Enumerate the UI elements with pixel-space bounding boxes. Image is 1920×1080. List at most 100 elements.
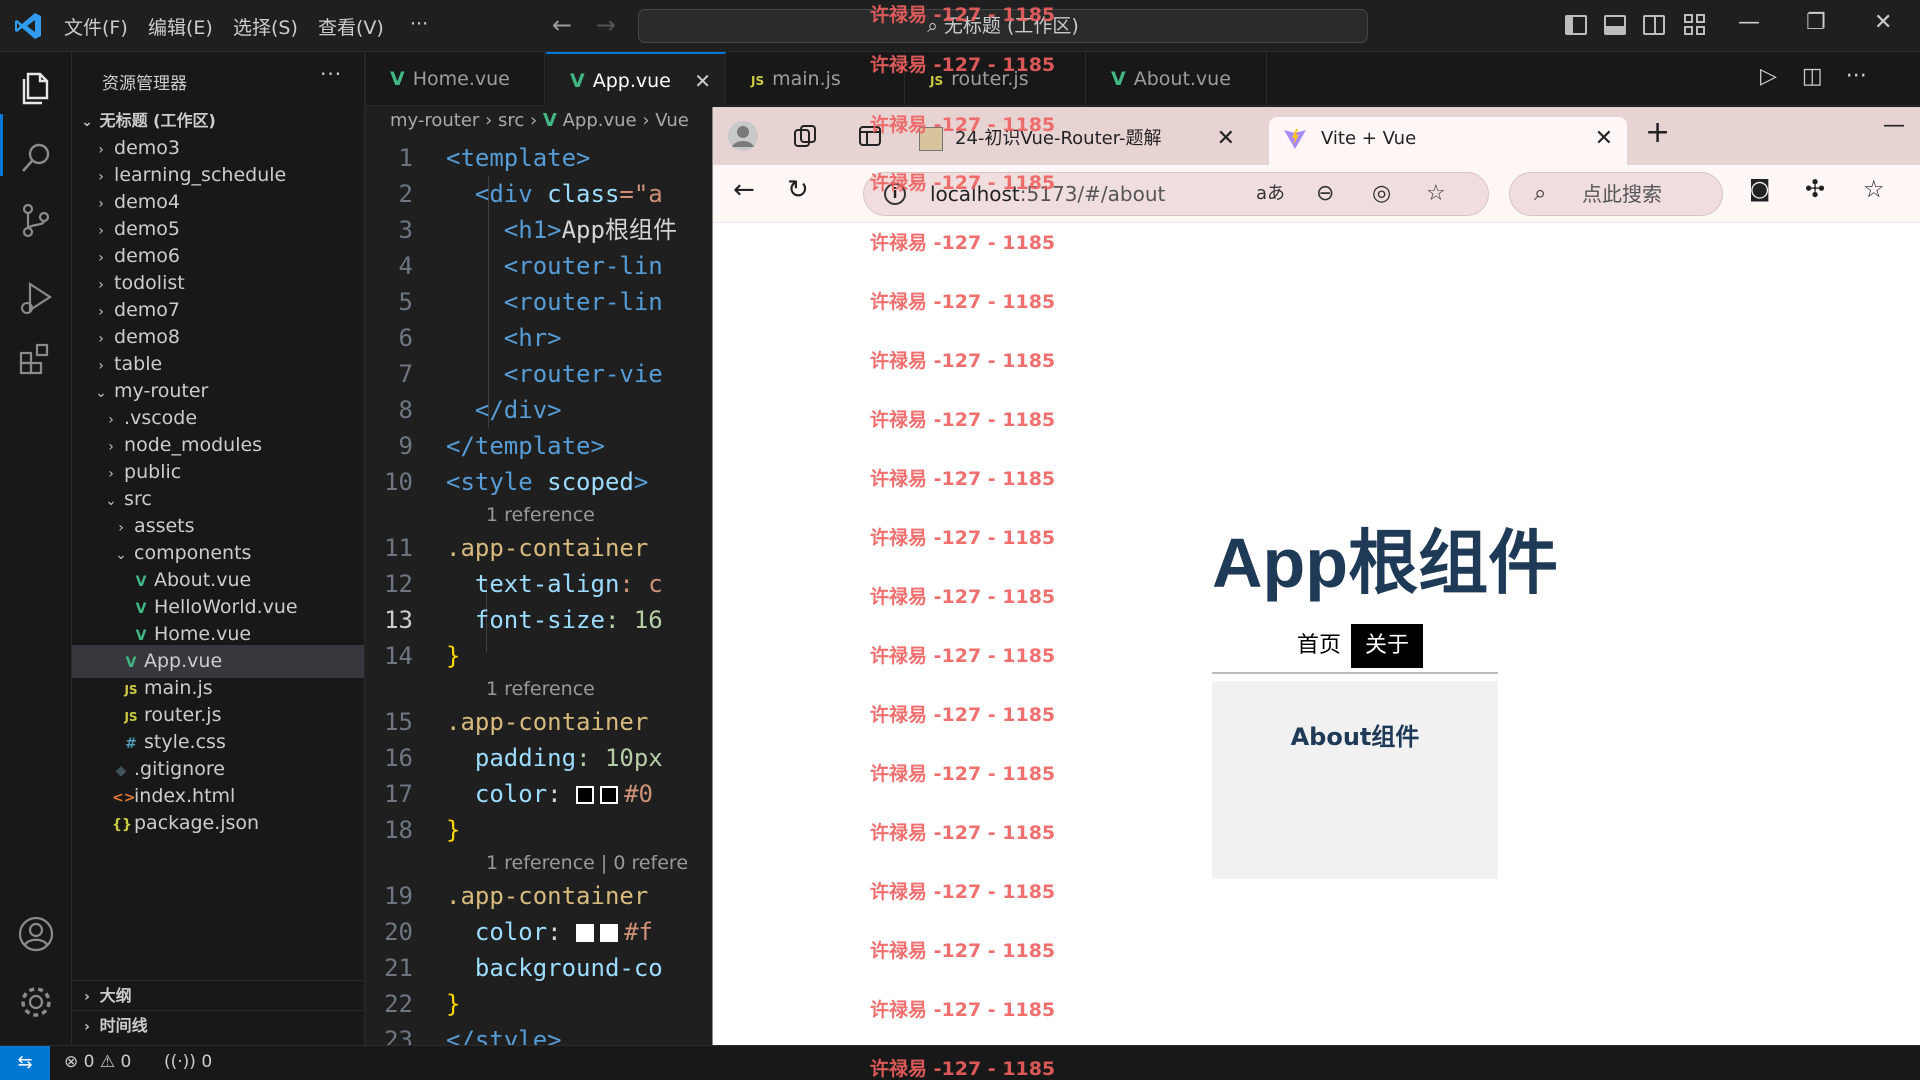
minimize-icon[interactable]: — (1883, 113, 1905, 138)
code-line: 22} (366, 986, 712, 1022)
menu-file[interactable]: 文件(F) (64, 13, 128, 40)
js-file-icon: JS (751, 74, 765, 88)
color-swatch[interactable] (600, 924, 619, 942)
favorites-icon[interactable]: ☆ (1863, 175, 1885, 203)
forward-arrow-icon[interactable]: → (596, 11, 616, 39)
code-text: #f (624, 918, 653, 946)
toggle-primary-sidebar-icon[interactable] (1565, 15, 1587, 35)
back-arrow-icon[interactable]: ← (733, 175, 755, 205)
line-number: 17 (384, 780, 413, 808)
split-editor-icon[interactable]: ◫ (1802, 64, 1823, 89)
watermark-text: 许禄易 -127 - 1185 (870, 232, 1056, 254)
refresh-icon[interactable]: ↻ (787, 175, 809, 205)
code-text: <router-lin (503, 288, 663, 316)
back-arrow-icon[interactable]: ← (552, 11, 572, 39)
menu-more[interactable]: ··· (410, 13, 428, 35)
line-number: 8 (398, 396, 413, 424)
more-actions-icon[interactable]: ··· (1846, 64, 1867, 89)
code-editor[interactable]: 1 <template> 2 <div class="a 3 <h1>App根组件… (366, 140, 712, 1045)
color-swatch[interactable] (576, 786, 595, 804)
tab-close-icon[interactable]: ✕ (694, 54, 711, 108)
run-debug-icon[interactable] (16, 278, 56, 318)
code-line: 10 <style scoped> (366, 464, 712, 500)
profile-avatar-icon[interactable] (727, 120, 759, 152)
breadcrumb-item[interactable]: my-router (390, 110, 479, 131)
tab-close-icon[interactable]: ✕ (1217, 117, 1235, 161)
ports-indicator[interactable]: ((·)) 0 (164, 1052, 212, 1072)
router-link-home[interactable]: 首页 (1287, 624, 1351, 668)
extensions-icon[interactable] (16, 338, 56, 378)
edge-icon[interactable]: ◎ (1372, 173, 1391, 215)
menu-selection[interactable]: 选择(S) (233, 13, 298, 40)
tree-item-label: Home.vue (154, 623, 252, 645)
search-box[interactable]: ⌕ 点此搜索 (1509, 172, 1723, 216)
tab-home-vue[interactable]: V Home.vue (366, 52, 545, 106)
customize-layout-icon[interactable] (1684, 14, 1706, 36)
vue-file-icon: V (390, 68, 405, 90)
outline-section[interactable]: › 大纲 (72, 980, 364, 1010)
search-icon: ⌕ (1534, 181, 1547, 206)
tab-label: App.vue (592, 70, 671, 92)
sidebar-more-button[interactable]: ··· (320, 62, 342, 86)
code-text: <template> (446, 144, 591, 172)
close-icon[interactable]: ✕ (1874, 10, 1892, 35)
new-tab-plus-icon[interactable]: + (1645, 115, 1670, 150)
watermark-text: 许禄易 -127 - 1185 (870, 704, 1056, 726)
collections-icon[interactable] (792, 123, 818, 149)
code-line: 4 <router-lin (366, 248, 712, 284)
timeline-section[interactable]: › 时间线 (72, 1010, 364, 1040)
watermark-text: 许禄易 -127 - 1185 (870, 54, 1056, 76)
read-aloud-icon[interactable]: aあ (1256, 173, 1285, 215)
line-number: 23 (384, 1026, 413, 1045)
source-control-icon[interactable] (16, 200, 56, 240)
tab-app-vue[interactable]: V App.vue ✕ (546, 52, 726, 106)
breadcrumb-item[interactable]: Vue (655, 110, 689, 131)
line-number: 22 (384, 990, 413, 1018)
tab-close-icon[interactable]: ✕ (1595, 117, 1613, 161)
extension-icon[interactable]: ◙ (1749, 177, 1770, 202)
minimize-icon[interactable]: — (1738, 10, 1760, 35)
code-text: } (446, 642, 461, 670)
color-swatch[interactable] (576, 924, 595, 942)
nav-arrows: ← → (552, 11, 616, 39)
extensions-puzzle-icon[interactable]: ✣ (1805, 175, 1825, 203)
toggle-panel-icon[interactable] (1604, 15, 1626, 35)
workspace-header[interactable]: ⌄ 无标题 (工作区) (72, 108, 364, 134)
settings-gear-icon[interactable] (16, 982, 56, 1022)
line-number: 14 (384, 642, 413, 670)
divider (1212, 672, 1498, 674)
favorite-star-icon[interactable]: ☆ (1426, 173, 1446, 215)
tree-item-package-json[interactable]: {} package.json (72, 807, 364, 840)
menu-view[interactable]: 查看(V) (318, 13, 384, 40)
tree-item-label: public (124, 461, 182, 483)
tree-item-label: demo7 (114, 299, 181, 321)
tree-item-label: my-router (114, 380, 209, 402)
breadcrumb-item[interactable]: src (498, 110, 524, 131)
zoom-out-icon[interactable]: ⊖ (1316, 173, 1334, 215)
router-link-about[interactable]: 关于 (1351, 624, 1424, 668)
codelens-references[interactable]: 1 reference (486, 674, 595, 704)
line-number: 18 (384, 816, 413, 844)
code-line: 20 color: #f (366, 914, 712, 950)
codelens-references[interactable]: 1 reference | 0 refere (486, 848, 688, 878)
line-number: 2 (398, 180, 413, 208)
breadcrumb-item[interactable]: App.vue (563, 110, 637, 131)
browser-tab-2[interactable]: Vite + Vue ✕ (1269, 117, 1627, 165)
tree-item-label: demo6 (114, 245, 181, 267)
problems-indicator[interactable]: ⊗ 0 ⚠ 0 (64, 1052, 131, 1072)
line-number: 7 (398, 360, 413, 388)
codelens-references[interactable]: 1 reference (486, 500, 595, 530)
remote-indicator-icon[interactable]: ⇆ (0, 1046, 50, 1080)
watermark-text: 许禄易 -127 - 1185 (870, 468, 1056, 490)
tab-about-vue[interactable]: V About.vue (1087, 52, 1267, 106)
run-play-icon[interactable]: ▷ (1760, 64, 1777, 89)
toggle-secondary-sidebar-icon[interactable] (1643, 15, 1665, 35)
code-line: 3 <h1>App根组件 (366, 212, 712, 248)
color-swatch[interactable] (600, 786, 619, 804)
search-icon[interactable] (16, 138, 56, 178)
menu-edit[interactable]: 编辑(E) (148, 13, 213, 40)
account-icon[interactable] (16, 914, 56, 954)
restore-icon[interactable]: ❐ (1806, 10, 1826, 35)
explorer-icon[interactable] (16, 68, 56, 108)
watermark-text: 许禄易 -127 - 1185 (870, 1058, 1056, 1080)
